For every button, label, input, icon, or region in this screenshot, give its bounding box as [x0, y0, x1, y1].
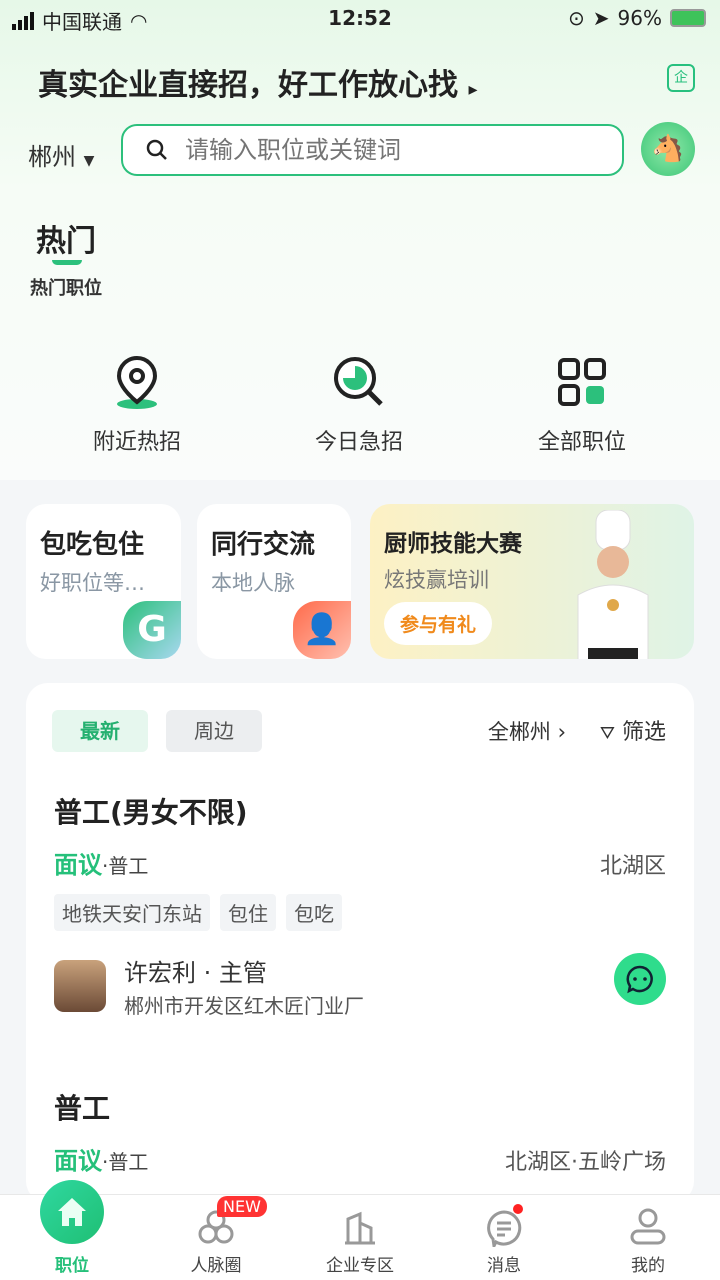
job-location: 北湖区 — [599, 854, 666, 879]
nav-label: 人脉圈 — [190, 1256, 242, 1276]
chat-bubble-icon — [626, 965, 653, 994]
recruiter-avatar — [54, 960, 106, 1012]
nav-label: 职位 — [55, 1256, 89, 1276]
quick-label: 今日急招 — [314, 430, 403, 455]
job-category: ·普工 — [102, 854, 149, 878]
location-pin-icon — [116, 355, 158, 409]
quick-urgent[interactable]: 今日急招 — [279, 352, 439, 456]
location-arrow-icon: ➤ — [592, 6, 610, 30]
nav-label: 我的 — [631, 1256, 665, 1276]
nav-messages[interactable]: 消息 — [432, 1195, 576, 1276]
area-selector[interactable]: 全郴州 › — [488, 716, 566, 746]
search-icon — [146, 139, 167, 160]
chip-latest[interactable]: 最新 — [52, 710, 148, 752]
search-input[interactable] — [185, 136, 585, 164]
job-location: 北湖区·五岭广场 — [505, 1150, 666, 1175]
job-tag: 包住 — [220, 894, 276, 931]
grid-icon — [558, 358, 606, 406]
nav-label: 消息 — [487, 1256, 521, 1276]
new-badge: NEW — [217, 1196, 267, 1217]
recruiter-name: 许宏利 · 主管 — [124, 959, 267, 987]
status-bar: 中国联通 ◠ 12:52 ⊙ ➤ 96% — [0, 0, 720, 38]
job-tag: 包吃 — [286, 894, 342, 931]
enterprise-button[interactable]: 企 — [667, 64, 695, 92]
job-item[interactable]: 普工(男女不限) 面议·普工 北湖区 地铁天安门东站 包住 包吃 许宏利 · 主管郴州… — [54, 791, 666, 1019]
user-icon — [630, 1208, 666, 1245]
search-bar[interactable] — [121, 124, 624, 176]
filter-icon: ⛛ — [599, 723, 615, 744]
nav-label: 企业专区 — [326, 1256, 394, 1276]
chevron-right-icon: › — [557, 720, 566, 744]
headline-text: 真实企业直接招，好工作放心找 — [38, 68, 458, 103]
home-icon[interactable] — [40, 1180, 104, 1244]
job-title: 普工(男女不限) — [54, 796, 248, 829]
company-name: 郴州市开发区红木匠门业厂 — [124, 994, 364, 1018]
bottom-nav: 职位 人脉圈 企业专区 消息 我的 — [0, 1194, 720, 1280]
city-label: 郴州 — [28, 143, 76, 171]
job-salary: 面议 — [54, 1147, 102, 1175]
headline-banner[interactable]: 真实企业直接招，好工作放心找 ▸ — [38, 60, 478, 104]
job-category: ·普工 — [102, 1150, 149, 1174]
quick-label: 附近热招 — [92, 430, 181, 455]
caret-down-icon: ▼ — [83, 153, 95, 169]
job-title: 普工 — [54, 1092, 111, 1125]
area-label: 全郴州 — [487, 720, 551, 744]
job-list-panel: 最新 周边 全郴州 › ⛛ 筛选 普工(男女不限) 面议·普工 北湖区 地铁天安门… — [26, 683, 694, 1203]
battery-percent: 96% — [617, 6, 662, 30]
card-title: 同行交流 — [211, 530, 316, 560]
tab-hot[interactable]: 热门 — [36, 216, 96, 260]
nav-enterprise[interactable]: 企业专区 — [288, 1195, 432, 1276]
quick-nearby[interactable]: 附近热招 — [57, 352, 217, 456]
tab-hot-subtitle: 热门职位 — [30, 278, 102, 299]
chat-button[interactable] — [614, 953, 666, 1005]
person-icon: 👤 — [293, 601, 351, 659]
job-item[interactable]: 普工 面议·普工 北湖区·五岭广场 — [54, 1087, 666, 1176]
recruiter-row: 许宏利 · 主管郴州市开发区红木匠门业厂 — [54, 953, 666, 1019]
message-icon — [487, 1210, 522, 1247]
promo-banner[interactable]: 厨师技能大赛 炫技赢培训 参与有礼 — [370, 504, 694, 659]
chef-image — [577, 510, 649, 659]
promo-join-button[interactable]: 参与有礼 — [384, 602, 493, 645]
chevron-right-icon: ▸ — [468, 79, 478, 100]
mascot-avatar[interactable]: 🐴 — [641, 122, 695, 176]
card-title: 包吃包住 — [40, 530, 145, 560]
city-selector[interactable]: 郴州 ▼ — [28, 137, 94, 172]
filter-button[interactable]: ⛛ 筛选 — [600, 714, 666, 746]
job-tag: 地铁天安门东站 — [54, 894, 210, 931]
search-clock-icon — [334, 357, 383, 406]
building-icon — [345, 1211, 375, 1245]
filter-label: 筛选 — [621, 720, 666, 745]
card-peer-exchange[interactable]: 同行交流 本地人脉 👤 — [197, 504, 351, 659]
rotation-lock-icon: ⊙ — [568, 6, 585, 30]
card-subtitle: 本地人脉 — [211, 571, 295, 595]
unread-dot — [513, 1204, 523, 1214]
g-logo-icon: G — [123, 601, 181, 659]
battery-icon — [670, 9, 706, 27]
card-subtitle: 好职位等… — [40, 571, 145, 595]
quick-label: 全部职位 — [537, 430, 626, 455]
tab-indicator — [52, 260, 82, 265]
job-salary: 面议 — [54, 851, 102, 879]
chip-nearby[interactable]: 周边 — [166, 710, 262, 752]
quick-all[interactable]: 全部职位 — [502, 352, 662, 456]
nav-me[interactable]: 我的 — [576, 1195, 720, 1276]
card-food-housing[interactable]: 包吃包住 好职位等… G — [26, 504, 181, 659]
